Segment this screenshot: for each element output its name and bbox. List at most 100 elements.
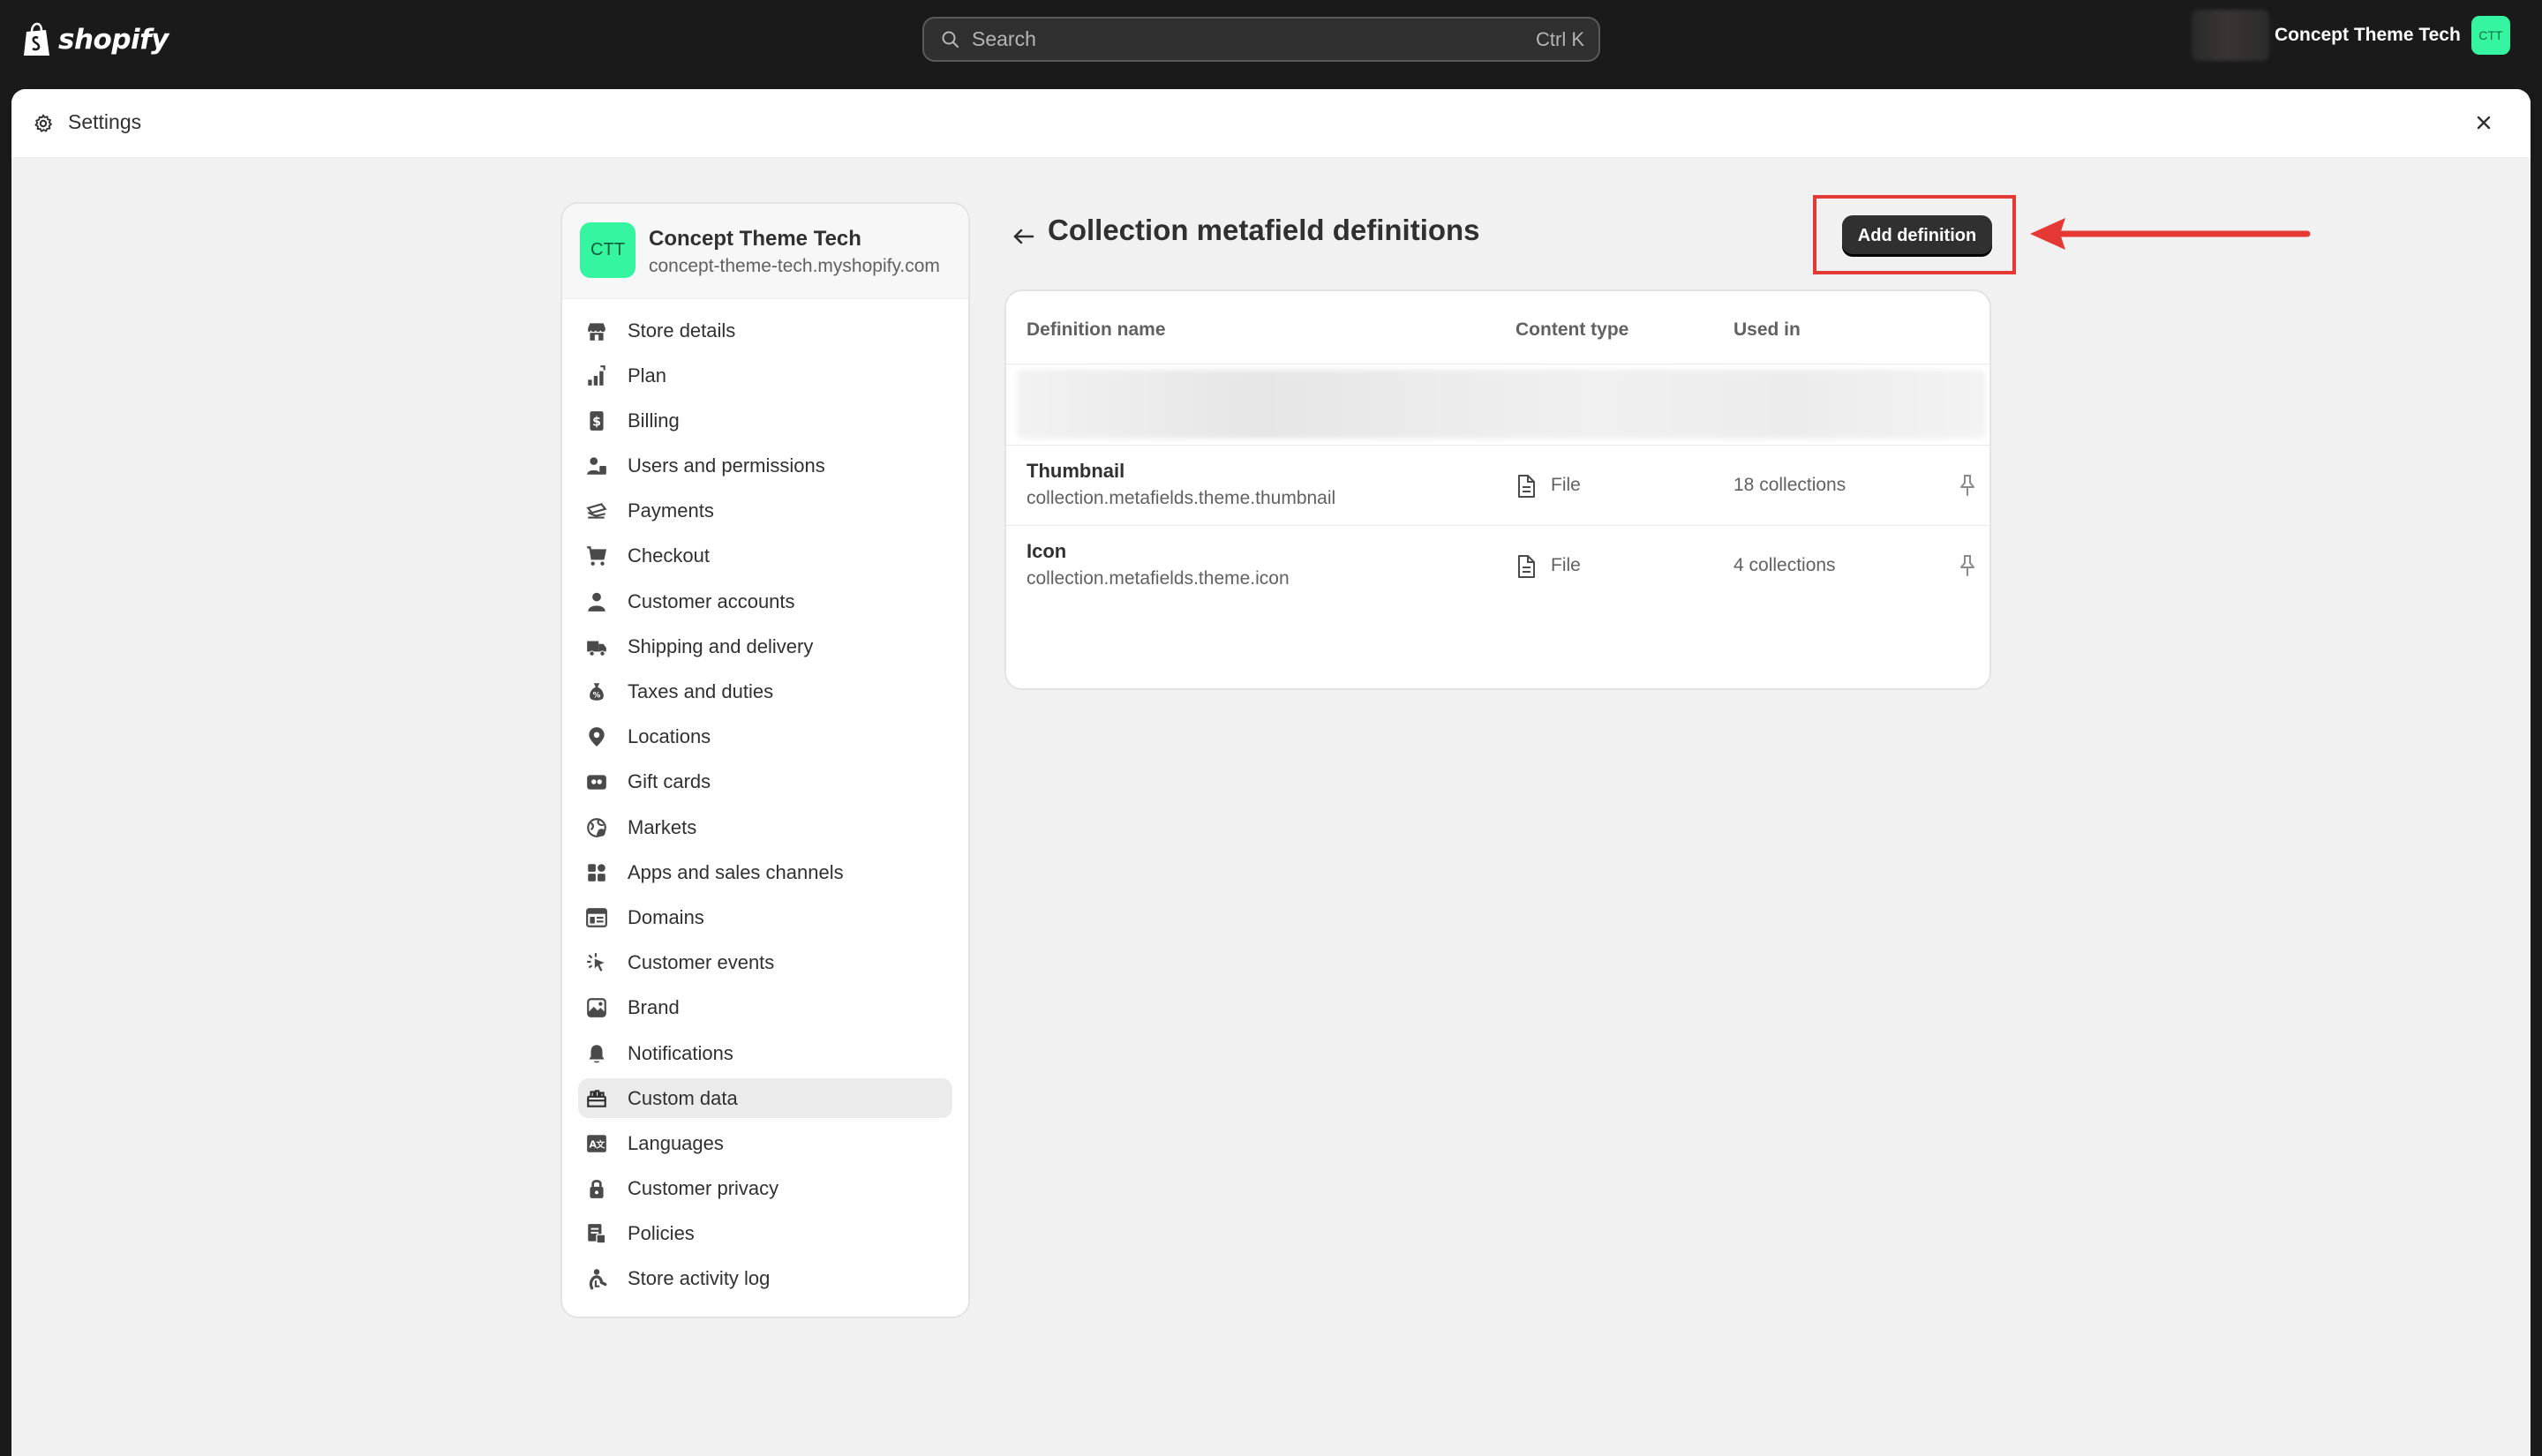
sidebar-item-notifications[interactable]: Notifications (578, 1033, 952, 1073)
pin-icon[interactable] (1957, 553, 1978, 578)
truck-icon (585, 635, 608, 658)
svg-text:$: $ (592, 415, 601, 429)
file-icon (1518, 475, 1535, 498)
shopify-logo[interactable]: shopify (21, 21, 169, 58)
annotation-arrow-icon (2030, 218, 2311, 250)
settings-sidebar: CTT Concept Theme Tech concept-theme-tec… (560, 202, 970, 1318)
table-row[interactable]: Icon collection.metafields.theme.icon Fi… (1006, 525, 1989, 605)
file-icon (1518, 555, 1535, 578)
store-name: Concept Theme Tech (2275, 25, 2461, 45)
column-header-definition-name[interactable]: Definition name (1027, 319, 1166, 341)
table-row[interactable]: Thumbnail collection.metafields.theme.th… (1006, 445, 1989, 525)
gear-icon (34, 114, 52, 132)
sidebar-item-plan[interactable]: Plan (578, 356, 952, 395)
sidebar-item-label: Custom data (628, 1086, 738, 1109)
sidebar-item-markets[interactable]: Markets (578, 807, 952, 847)
custom-data-icon (585, 1087, 608, 1110)
sidebar-item-languages[interactable]: A 文 Languages (578, 1123, 952, 1163)
sidebar-item-label: Store activity log (628, 1267, 771, 1290)
sidebar-item-label: Gift cards (628, 770, 711, 793)
sidebar-item-label: Store details (628, 319, 736, 341)
sidebar-item-label: Markets (628, 815, 697, 838)
pin-icon[interactable] (1957, 473, 1978, 498)
lock-icon (585, 1177, 608, 1200)
plan-icon (585, 364, 608, 387)
shop-header: CTT Concept Theme Tech concept-theme-tec… (562, 204, 968, 299)
sidebar-item-customer-privacy[interactable]: Customer privacy (578, 1169, 952, 1209)
sidebar-item-locations[interactable]: Locations (578, 717, 952, 757)
sidebar-item-taxes-and-duties[interactable]: % Taxes and duties (578, 672, 952, 712)
sidebar-item-checkout[interactable]: Checkout (578, 537, 952, 576)
payments-icon (585, 499, 608, 522)
sidebar-item-domains[interactable]: Domains (578, 897, 952, 937)
sidebar-item-label: Customer events (628, 951, 775, 974)
settings-window: Settings CTT Concept Theme Tech concept-… (11, 89, 2531, 1456)
shopify-wordmark: shopify (58, 24, 169, 56)
sidebar-item-store-activity-log[interactable]: Store activity log (578, 1259, 952, 1299)
sidebar-item-shipping-and-delivery[interactable]: Shipping and delivery (578, 627, 952, 666)
sidebar-item-label: Policies (628, 1222, 695, 1245)
back-arrow-icon[interactable] (1011, 223, 1037, 250)
sidebar-item-label: Checkout (628, 544, 710, 567)
sidebar-item-custom-data[interactable]: Custom data (578, 1078, 952, 1119)
shop-name: Concept Theme Tech (649, 227, 861, 251)
definition-key: collection.metafields.theme.icon (1027, 568, 1290, 589)
definition-name: Thumbnail (1027, 460, 1125, 482)
page-title: Collection metafield definitions (1048, 214, 1480, 246)
definition-name: Icon (1027, 540, 1067, 562)
globe-icon (585, 816, 608, 839)
settings-header: Settings (11, 89, 2531, 157)
sidebar-item-gift-cards[interactable]: Gift cards (578, 762, 952, 802)
billing-icon: $ (585, 409, 608, 432)
sidebar-item-label: Plan (628, 364, 667, 387)
person-icon (585, 590, 608, 613)
sidebar-item-label: Shipping and delivery (628, 634, 814, 657)
sidebar-item-store-details[interactable]: Store details (578, 311, 952, 350)
blurred-content (1017, 370, 1986, 439)
definition-key: collection.metafields.theme.thumbnail (1027, 488, 1336, 508)
sidebar-item-billing[interactable]: $ Billing (578, 401, 952, 440)
close-icon[interactable] (2474, 113, 2493, 132)
sidebar-item-customer-accounts[interactable]: Customer accounts (578, 582, 952, 621)
apps-icon (585, 861, 608, 884)
sidebar-item-label: Apps and sales channels (628, 860, 844, 883)
tax-icon: % (585, 680, 608, 703)
settings-nav-list: Store details Plan $ Billing Users and permi… (578, 311, 952, 1304)
cart-icon (585, 544, 608, 567)
sidebar-item-label: Customer accounts (628, 589, 795, 612)
store-icon (585, 319, 608, 342)
policies-icon (585, 1222, 608, 1245)
svg-text:文: 文 (596, 1138, 605, 1150)
shop-avatar: CTT (580, 222, 636, 278)
settings-title: Settings (68, 110, 142, 133)
sidebar-item-brand[interactable]: Brand (578, 988, 952, 1028)
column-header-used-in[interactable]: Used in (1734, 319, 1801, 341)
sidebar-item-label: Payments (628, 499, 714, 522)
sidebar-item-apps-and-sales-channels[interactable]: Apps and sales channels (578, 852, 952, 892)
sidebar-item-customer-events[interactable]: Customer events (578, 943, 952, 983)
sidebar-item-label: Brand (628, 996, 680, 1019)
search-icon (942, 31, 959, 48)
language-icon: A文 (585, 1132, 608, 1155)
brand-icon (585, 996, 608, 1019)
search-input[interactable]: Search Ctrl K (922, 17, 1600, 62)
svg-text:%: % (593, 692, 601, 701)
cursor-icon (585, 951, 608, 974)
sidebar-item-label: Domains (628, 905, 704, 928)
shop-domain: concept-theme-tech.myshopify.com (649, 256, 940, 276)
sidebar-item-label: Languages (628, 1131, 724, 1154)
sidebar-item-label: Notifications (628, 1041, 733, 1064)
sidebar-item-policies[interactable]: Policies (578, 1214, 952, 1254)
used-in: 18 collections (1734, 475, 1846, 495)
sidebar-item-users-and-permissions[interactable]: Users and permissions (578, 447, 952, 486)
content-type: File (1551, 555, 1581, 575)
activity-icon (585, 1267, 608, 1290)
search-placeholder: Search (972, 27, 1036, 50)
sidebar-item-label: Locations (628, 725, 711, 748)
definitions-table: Definition name Content type Used in Thu… (1004, 289, 1991, 690)
blurred-user-avatar (2192, 10, 2269, 61)
top-bar: shopify Search Ctrl K Concept Theme Tech… (0, 0, 2542, 79)
sidebar-item-payments[interactable]: Payments (578, 492, 952, 531)
column-header-content-type[interactable]: Content type (1515, 319, 1628, 341)
store-menu-button[interactable]: Concept Theme Tech CTT (2192, 9, 2511, 62)
